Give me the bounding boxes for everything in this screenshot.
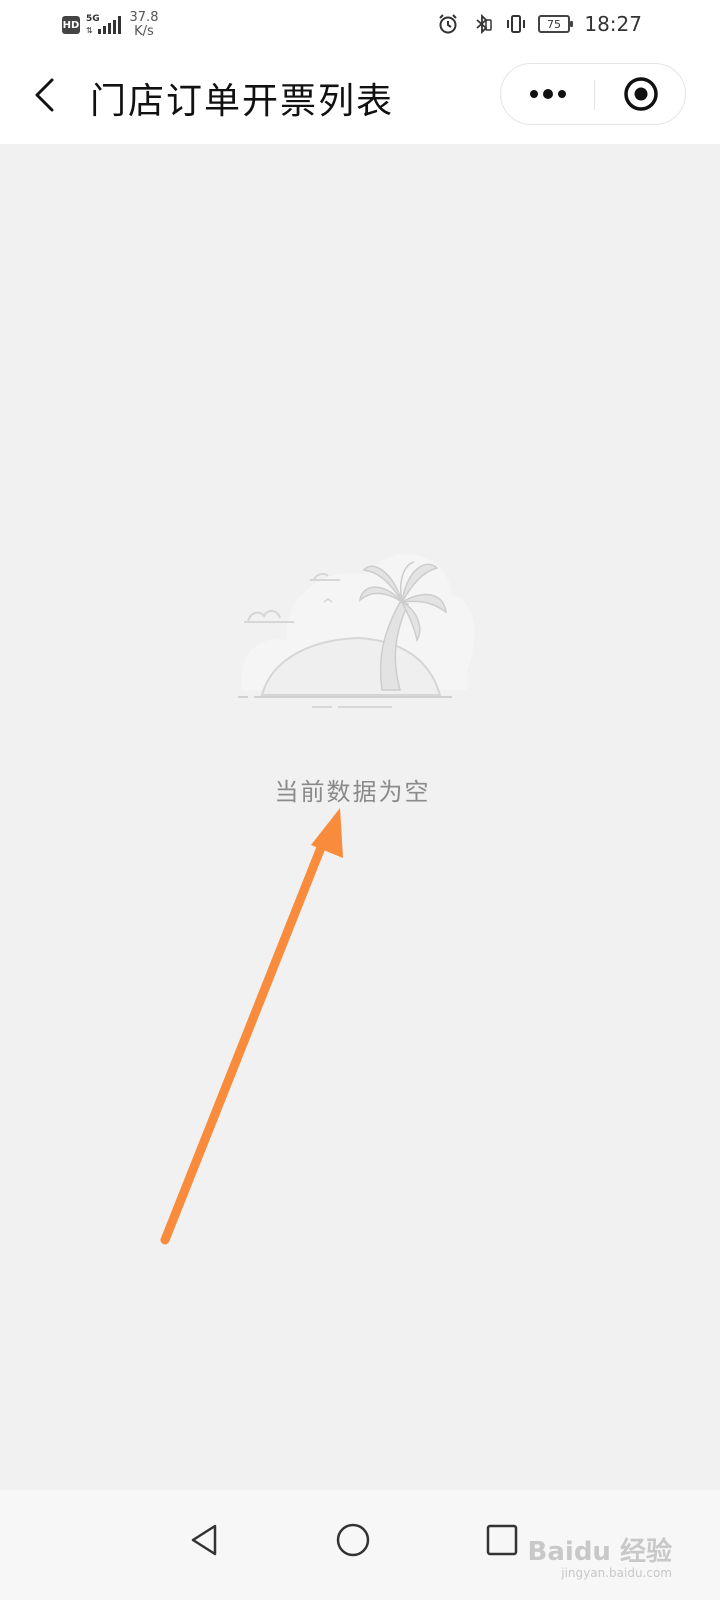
circle-home-icon <box>336 1523 370 1557</box>
data-arrows-icon: ⇅ <box>86 26 93 35</box>
triangle-back-icon <box>191 1524 217 1556</box>
empty-state-message: 当前数据为空 <box>274 778 431 806</box>
more-button[interactable] <box>501 64 594 124</box>
status-left: HD 5G ⇅ 37.8 K/s <box>62 10 162 40</box>
system-home-button[interactable] <box>325 1512 381 1568</box>
target-circle-icon <box>624 77 658 111</box>
clock: 18:27 <box>584 12 642 36</box>
close-button[interactable] <box>595 64 687 124</box>
battery-icon: 75 <box>538 15 573 33</box>
watermark: Baidu 经验 jingyan.baidu.com <box>528 1538 672 1580</box>
empty-island-illustration <box>238 553 475 708</box>
speed-value: 37.8 <box>129 10 159 25</box>
vibrate-icon <box>504 12 528 36</box>
back-button[interactable] <box>24 73 64 117</box>
more-dots-icon <box>529 89 566 99</box>
watermark-url: jingyan.baidu.com <box>561 1566 672 1580</box>
hd-badge: HD <box>62 16 80 34</box>
battery-level: 75 <box>547 17 561 31</box>
system-nav-bar: Baidu 经验 jingyan.baidu.com <box>0 1490 720 1600</box>
page-title: 门店订单开票列表 <box>90 81 395 122</box>
network-speed: 37.8 K/s <box>126 11 162 39</box>
system-recent-button[interactable] <box>474 1512 530 1568</box>
watermark-logo: Baidu 经验 <box>527 1537 672 1567</box>
status-right: 75 <box>436 10 573 38</box>
miniprogram-capsule <box>500 63 686 125</box>
status-bar: HD 5G ⇅ 37.8 K/s 75 18:27 <box>0 0 720 48</box>
system-back-button[interactable] <box>176 1512 232 1568</box>
alarm-icon <box>436 12 460 36</box>
chevron-left-icon <box>35 78 54 112</box>
bluetooth-icon <box>470 12 494 36</box>
square-recent-icon <box>486 1524 518 1556</box>
signal-icon: 5G ⇅ <box>86 14 121 36</box>
nav-header: 门店订单开票列表 <box>0 48 720 144</box>
speed-unit: K/s <box>134 24 154 39</box>
